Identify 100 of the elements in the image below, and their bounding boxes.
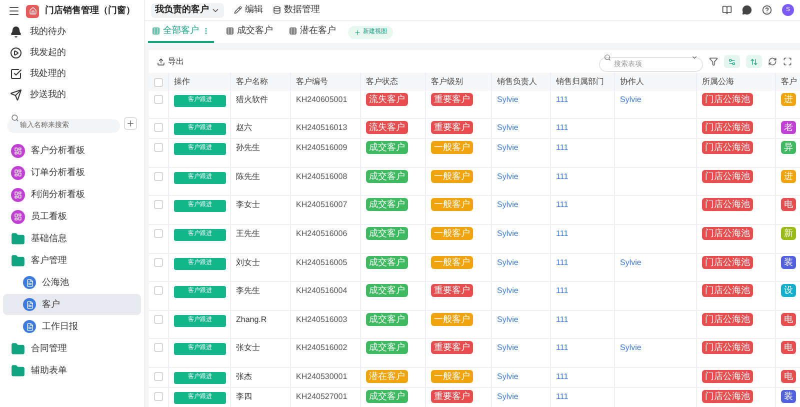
table-cell: 111: [556, 95, 568, 104]
form-icon: [23, 276, 36, 289]
tag: 成交客户: [366, 141, 408, 154]
shortcut-item[interactable]: 我发起的: [0, 44, 144, 62]
folder-icon: [11, 254, 25, 268]
tag: 电: [781, 313, 796, 326]
play-icon: [10, 47, 22, 59]
collaborator-link[interactable]: Sylvie: [620, 258, 642, 267]
row-checkbox[interactable]: [154, 172, 163, 181]
row-checkbox[interactable]: [154, 258, 163, 267]
collaborator-link[interactable]: Sylvie: [620, 343, 642, 352]
add-button[interactable]: [124, 116, 137, 130]
sidebar-item[interactable]: 员工看板: [3, 206, 141, 227]
view-dropdown[interactable]: 我负责的客户: [151, 2, 224, 18]
table-cell: KH240527001: [296, 392, 348, 401]
row-checkbox[interactable]: [154, 392, 163, 401]
form-icon: [23, 298, 36, 311]
tag: 重要客户: [431, 284, 473, 297]
book-icon[interactable]: [722, 5, 732, 15]
row-checkbox[interactable]: [154, 200, 163, 209]
row-checkbox[interactable]: [154, 95, 163, 104]
sort-button[interactable]: [746, 55, 762, 68]
export-button[interactable]: 导出: [157, 56, 184, 68]
select-all-checkbox[interactable]: [154, 78, 163, 86]
sidebar-item[interactable]: 利润分析看板: [3, 184, 141, 205]
tag: 成交客户: [366, 313, 408, 326]
tag: 一般客户: [431, 170, 473, 183]
tag: 重要客户: [431, 341, 473, 354]
sidebar-item[interactable]: 基础信息: [3, 228, 141, 249]
menu-icon[interactable]: [8, 5, 20, 17]
shortcut-item[interactable]: 我的待办: [0, 23, 144, 41]
owner-link[interactable]: Sylvie: [497, 200, 518, 209]
row-checkbox[interactable]: [154, 123, 163, 132]
sidebar-item[interactable]: 客户分析看板: [3, 140, 141, 161]
table-cell: 111: [556, 372, 568, 381]
field-settings-button[interactable]: [724, 55, 740, 68]
folder-icon: [11, 364, 25, 378]
owner-link[interactable]: Sylvie: [497, 143, 518, 152]
tag: 装: [781, 256, 796, 269]
sidebar-item[interactable]: 合同管理: [3, 338, 141, 359]
view-tab[interactable]: 全部客户: [148, 21, 214, 43]
tag: 成交客户: [366, 284, 408, 297]
owner-link[interactable]: Sylvie: [497, 172, 518, 181]
table-cell: 111: [556, 143, 568, 152]
chat-icon[interactable]: [742, 5, 752, 15]
owner-link[interactable]: Sylvie: [497, 123, 518, 132]
table-cell: 陈先生: [236, 172, 260, 181]
table-cell: 李先生: [236, 286, 260, 295]
column-header: 客户状态: [361, 73, 426, 91]
sidebar-item[interactable]: 订单分析看板: [3, 162, 141, 183]
owner-link[interactable]: Sylvie: [497, 343, 518, 352]
row-checkbox[interactable]: [154, 372, 163, 381]
refresh-icon[interactable]: [768, 57, 777, 66]
row-checkbox[interactable]: [154, 315, 163, 324]
table-cell: KH240516007: [296, 200, 348, 209]
owner-link[interactable]: Sylvie: [497, 372, 518, 381]
column-header: 销售负责人: [492, 73, 551, 91]
tag: 进: [781, 93, 796, 106]
table-cell: 张女士: [236, 343, 260, 352]
form-icon: [23, 320, 36, 333]
owner-link[interactable]: Sylvie: [497, 286, 518, 295]
column-header: 所属公海: [697, 73, 776, 91]
tag: 门店公海池: [702, 341, 753, 354]
table-cell: KH240605001: [296, 95, 348, 104]
row-checkbox[interactable]: [154, 229, 163, 238]
owner-link[interactable]: Sylvie: [497, 229, 518, 238]
sidebar-item[interactable]: 工作日报: [3, 316, 141, 337]
help-icon[interactable]: [762, 5, 772, 15]
column-header: 客户编号: [291, 73, 361, 91]
search-icon: [604, 54, 611, 60]
shortcut-item[interactable]: 抄送我的: [0, 86, 144, 104]
toolbar-action[interactable]: 数据管理: [273, 3, 320, 17]
sidebar-item[interactable]: 公海池: [3, 272, 141, 293]
row-checkbox[interactable]: [154, 286, 163, 295]
folder-icon: [11, 342, 25, 356]
view-tab[interactable]: 成交客户: [222, 21, 277, 43]
chevron-down-icon: [691, 54, 698, 60]
column-header: 客户: [776, 73, 800, 91]
collaborator-link[interactable]: Sylvie: [620, 95, 642, 104]
owner-link[interactable]: Sylvie: [497, 258, 518, 267]
tag: 重要客户: [431, 121, 473, 134]
tag: 成交客户: [366, 341, 408, 354]
owner-link[interactable]: Sylvie: [497, 392, 518, 401]
owner-link[interactable]: Sylvie: [497, 315, 518, 324]
view-tab[interactable]: 潜在客户: [285, 21, 340, 43]
column-header: 协作人: [615, 73, 697, 91]
sidebar-item[interactable]: 辅助表单: [3, 360, 141, 381]
owner-link[interactable]: Sylvie: [497, 95, 518, 104]
row-checkbox[interactable]: [154, 343, 163, 352]
folder-icon: [11, 232, 25, 246]
shortcut-item[interactable]: 我处理的: [0, 65, 144, 83]
table-cell: Zhang.R: [236, 315, 267, 324]
tag: 门店公海池: [702, 121, 753, 134]
row-checkbox[interactable]: [154, 143, 163, 152]
toolbar-action[interactable]: 编辑: [234, 3, 263, 17]
sidebar-item[interactable]: 客户管理: [3, 250, 141, 271]
fullscreen-icon[interactable]: [783, 57, 792, 66]
settings-icon: [728, 58, 736, 66]
sidebar-item[interactable]: 客户: [3, 294, 141, 315]
filter-icon[interactable]: [709, 57, 718, 66]
